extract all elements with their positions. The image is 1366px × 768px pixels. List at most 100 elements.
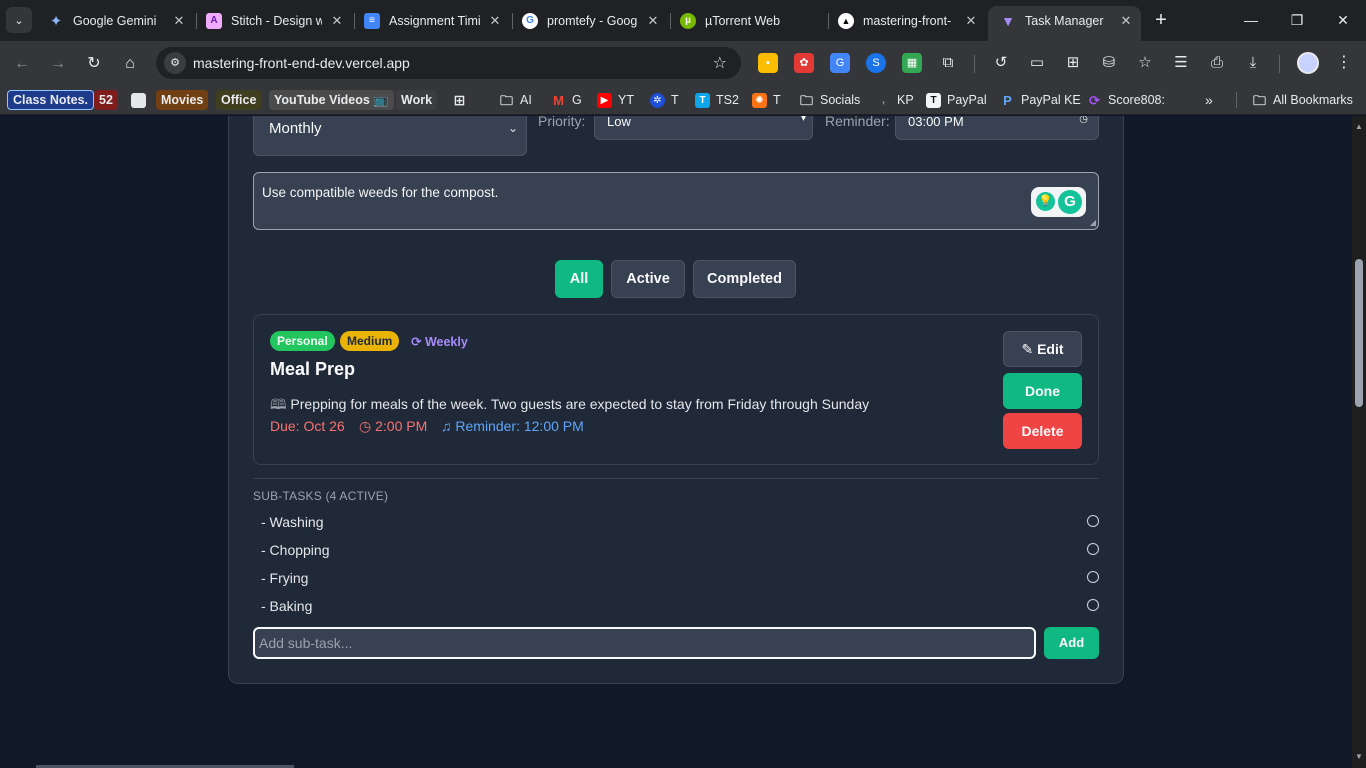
bookmark-g[interactable]: MG xyxy=(551,90,582,110)
bookmark-work[interactable]: Work xyxy=(396,90,438,110)
add-subtask-button[interactable]: Add xyxy=(1044,627,1099,659)
close-window-button[interactable]: ✕ xyxy=(1331,8,1355,32)
bookmark-ai[interactable]: 🗀 AI xyxy=(499,90,532,110)
bookmark-paypal[interactable]: T PayPal xyxy=(926,90,987,110)
notes-textarea[interactable]: Use compatible weeds for the compost. 💡 … xyxy=(253,172,1099,230)
bookmark-star-icon[interactable]: ☆ xyxy=(713,53,727,73)
bookmark-apps[interactable]: ⊞ xyxy=(452,90,473,110)
subtask-toggle[interactable] xyxy=(1087,543,1099,555)
reminder-label: Reminder: xyxy=(825,116,890,129)
bookmark-score808[interactable]: ⟳ Score808: xyxy=(1087,90,1165,110)
add-subtask-input[interactable] xyxy=(253,627,1036,659)
home-button[interactable]: ⌂ xyxy=(118,52,142,76)
close-icon[interactable]: ✕ xyxy=(170,12,188,30)
extension-grid-icon[interactable]: ▦ xyxy=(902,53,922,73)
tab-promtefy[interactable]: G promtefy - Goog ✕ xyxy=(510,6,668,35)
tab-google-gemini[interactable]: ✦ Google Gemini ✕ xyxy=(36,6,194,35)
download-icon[interactable]: ⤓ xyxy=(1243,53,1263,73)
bookmark-yt[interactable]: ▶ YT xyxy=(597,90,634,110)
recurrence-select[interactable]: Monthly ⌄ xyxy=(253,116,527,156)
bookmark-movies[interactable]: Movies xyxy=(156,90,209,110)
subtask-toggle[interactable] xyxy=(1087,515,1099,527)
bookmark-paypal-ke[interactable]: P PayPal KE xyxy=(1000,90,1081,110)
extension-red-icon[interactable]: ✿ xyxy=(794,53,814,73)
paypal-t-icon: T xyxy=(926,92,941,108)
more-menu-icon[interactable]: ⋮ xyxy=(1335,52,1353,74)
keep-extension-icon[interactable]: ▪ xyxy=(758,53,778,73)
bookmarks-overflow-button[interactable]: » xyxy=(1205,90,1213,110)
filter-completed-button[interactable]: Completed xyxy=(693,260,796,298)
reminder-time-input[interactable]: 03:00 PM ◷ xyxy=(895,116,1099,140)
favorites-icon[interactable]: ☆ xyxy=(1135,53,1155,73)
bookmark-kp[interactable]: , KP xyxy=(876,90,914,110)
bookmark-youtube-videos[interactable]: YouTube Videos 📺 xyxy=(269,90,394,110)
close-icon[interactable]: ✕ xyxy=(1117,12,1135,30)
priority-select[interactable]: Low ▾ xyxy=(594,116,813,140)
tab-stitch[interactable]: A Stitch - Design w ✕ xyxy=(194,6,352,35)
restore-button[interactable]: ❐ xyxy=(1285,8,1309,32)
history-icon[interactable]: ↺ xyxy=(991,53,1011,73)
subtask-toggle[interactable] xyxy=(1087,571,1099,583)
profile-avatar[interactable] xyxy=(1297,52,1319,74)
incognito-icon[interactable]: ⛁ xyxy=(1099,53,1119,73)
bookmark-all-bookmarks[interactable]: 🗀 All Bookmarks xyxy=(1252,90,1353,110)
bookmark-square[interactable] xyxy=(131,90,152,110)
chevron-down-icon: ⌄ xyxy=(507,121,518,135)
scroll-up-icon[interactable]: ▲ xyxy=(1354,122,1364,131)
square-icon xyxy=(131,92,146,108)
bookmark-t2[interactable]: ✺ T xyxy=(752,90,781,110)
bookmark-class-notes[interactable]: Class Notes. xyxy=(7,90,95,110)
folder-icon: 🗀 xyxy=(799,92,813,108)
edit-button[interactable]: ✎ Edit xyxy=(1003,331,1082,367)
tab-task-manager[interactable]: ▼ Task Manager ✕ xyxy=(988,6,1141,41)
toolbar-separator xyxy=(974,55,975,73)
tab-mastering-front[interactable]: ▲ mastering-front- ✕ xyxy=(826,6,986,35)
extensions-puzzle-icon[interactable]: ⧉ xyxy=(938,53,958,73)
back-button[interactable]: ← xyxy=(10,52,34,76)
filter-all-button[interactable]: All xyxy=(555,260,603,298)
done-button[interactable]: Done xyxy=(1003,373,1082,409)
priority-label: Priority: xyxy=(538,116,586,129)
bookmark-52[interactable]: 52 xyxy=(94,90,118,110)
scroll-down-icon[interactable]: ▼ xyxy=(1354,752,1364,761)
filter-active-button[interactable]: Active xyxy=(611,260,685,298)
tab-assignment[interactable]: ≡ Assignment Timi ✕ xyxy=(352,6,510,35)
tab-groups-icon[interactable]: ⊞ xyxy=(1063,53,1083,73)
delete-button[interactable]: Delete xyxy=(1003,413,1082,449)
bookmark-t[interactable]: ✲ T xyxy=(650,90,679,110)
paypal-icon: P xyxy=(1003,92,1012,108)
cast-icon[interactable]: ⎙ xyxy=(1207,53,1227,73)
forward-button[interactable]: → xyxy=(46,52,70,76)
apps-grid-icon: ⊞ xyxy=(453,91,466,108)
resize-handle-icon[interactable]: ◢ xyxy=(1090,218,1096,227)
reading-list-icon[interactable]: ☰ xyxy=(1171,53,1191,73)
task-description: 🕮 Prepping for meals of the week. Two gu… xyxy=(270,396,870,412)
subtask-toggle[interactable] xyxy=(1087,599,1099,611)
bookmark-office[interactable]: Office xyxy=(216,90,262,110)
address-bar[interactable]: ⚙ mastering-front-end-dev.vercel.app ☆ xyxy=(156,47,741,79)
bookmark-socials[interactable]: 🗀 Socials xyxy=(799,90,860,110)
ts2-icon: T xyxy=(695,92,710,108)
utorrent-icon: µ xyxy=(680,12,696,29)
close-icon[interactable]: ✕ xyxy=(486,12,504,30)
tab-search-button[interactable]: ⌄ xyxy=(6,7,32,33)
close-icon[interactable]: ✕ xyxy=(962,12,980,30)
bookmark-ts2[interactable]: T TS2 xyxy=(695,90,739,110)
close-icon[interactable]: ✕ xyxy=(644,12,662,30)
reload-button[interactable]: ↻ xyxy=(82,52,106,76)
tab-utorrent[interactable]: µ µTorrent Web xyxy=(668,6,826,35)
page-scrollbar[interactable]: ▲ ▼ xyxy=(1352,116,1366,768)
subtasks-heading: SUB-TASKS (4 ACTIVE) xyxy=(253,489,389,503)
translate-extension-icon[interactable]: G xyxy=(830,53,850,73)
grammarly-widget[interactable]: 💡 G xyxy=(1031,187,1086,217)
youtube-icon: ▶ xyxy=(597,92,612,108)
kp-icon: , xyxy=(882,94,885,106)
new-tab-button[interactable]: + xyxy=(1150,9,1172,31)
scrollbar-thumb[interactable] xyxy=(1355,259,1363,407)
bookmarks-bar: Class Notes. 52 Movies Office YouTube Vi… xyxy=(0,85,1366,115)
minimize-button[interactable]: — xyxy=(1239,8,1263,32)
close-icon[interactable]: ✕ xyxy=(328,12,346,30)
site-info-icon[interactable]: ⚙ xyxy=(164,52,186,74)
devices-icon[interactable]: ▭ xyxy=(1027,53,1047,73)
shazam-extension-icon[interactable]: S xyxy=(866,53,886,73)
